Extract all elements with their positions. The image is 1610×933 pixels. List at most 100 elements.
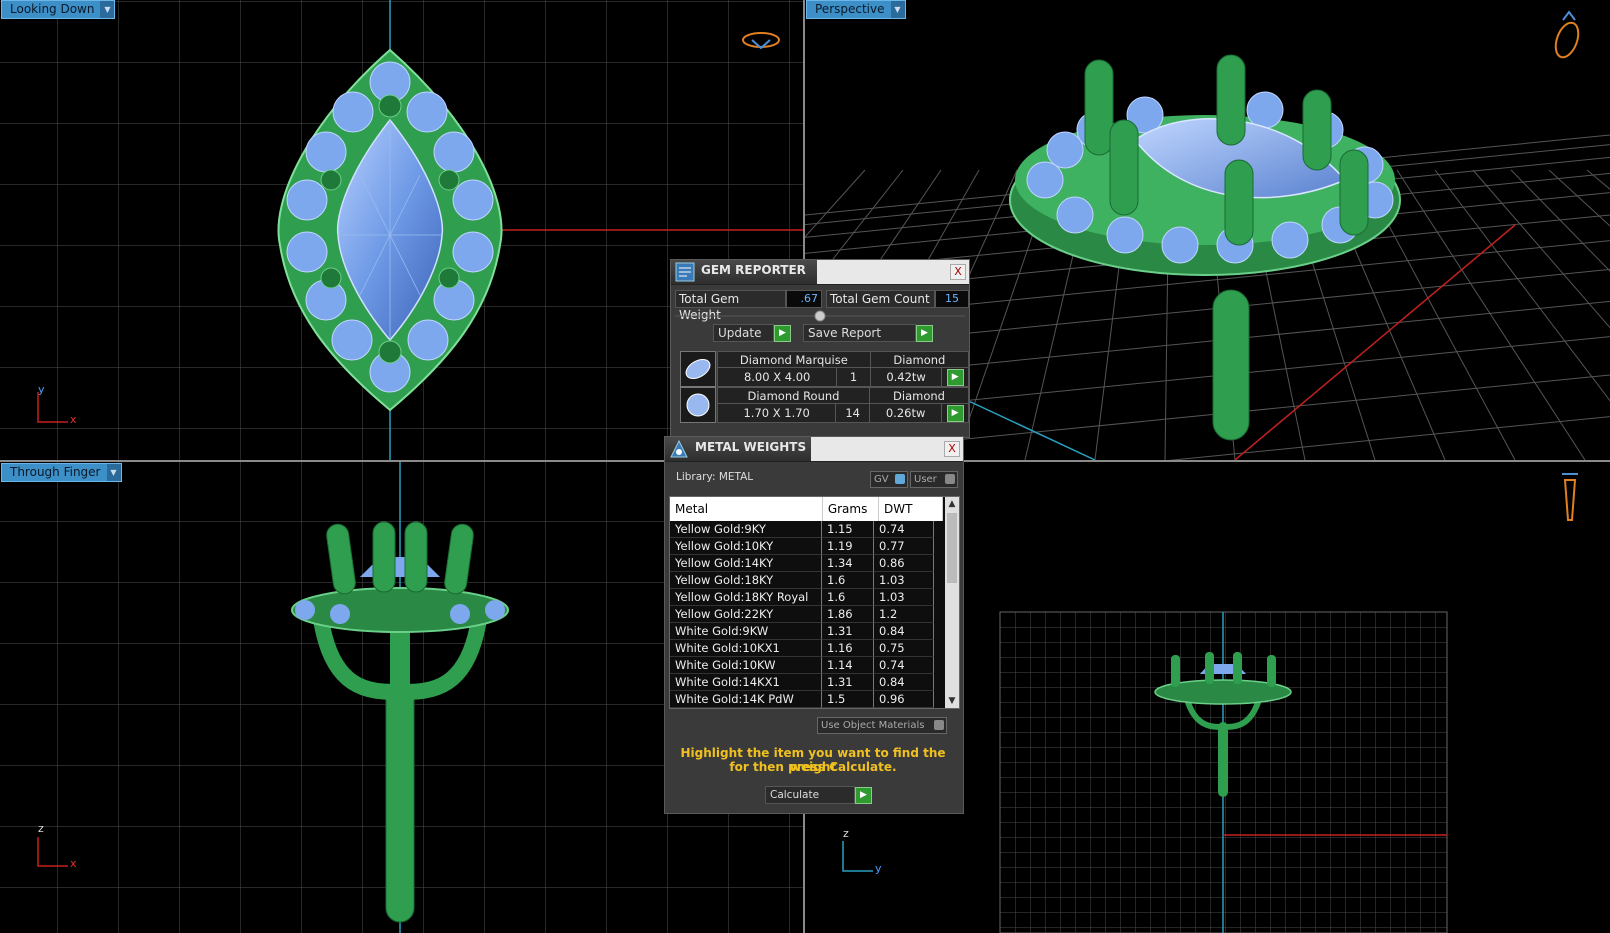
titlebar-tab xyxy=(811,437,963,461)
grams-cell: 1.19 xyxy=(822,538,874,555)
panel-splitter[interactable] xyxy=(675,310,965,322)
use-object-materials-label: Use Object Materials xyxy=(821,720,925,731)
close-icon[interactable]: X xyxy=(950,264,966,280)
metal-name-cell: Yellow Gold:22KY xyxy=(670,606,822,623)
metal-table: Metal Grams DWT Yellow Gold:9KY 1.15 0.74 Y… xyxy=(669,496,960,709)
table-row[interactable]: Yellow Gold:14KY 1.34 0.86 xyxy=(670,555,943,572)
gem-material: Diamond xyxy=(868,387,970,404)
close-icon[interactable]: X xyxy=(944,441,960,457)
update-label: Update xyxy=(713,324,774,342)
gem-reporter-titlebar[interactable]: GEM REPORTER X xyxy=(671,260,969,285)
user-toggle[interactable]: User xyxy=(910,471,958,488)
table-row[interactable]: White Gold:10KW 1.14 0.74 xyxy=(670,657,943,674)
play-icon[interactable]: ▶ xyxy=(946,369,964,386)
gem-weight: 0.26tw xyxy=(868,403,943,423)
play-icon[interactable]: ▶ xyxy=(774,324,791,342)
play-icon[interactable]: ▶ xyxy=(916,324,933,342)
library-label: Library: METAL xyxy=(676,471,754,483)
gem-reporter-icon xyxy=(675,262,695,282)
gem-weight: 0.42tw xyxy=(869,367,943,387)
gem-row[interactable]: Diamond Marquise Diamond xyxy=(717,351,970,368)
metal-weights-titlebar[interactable]: METAL WEIGHTS X xyxy=(665,437,963,462)
table-row[interactable]: Yellow Gold:22KY 1.86 1.2 xyxy=(670,606,943,623)
column-dwt[interactable]: DWT xyxy=(879,497,943,521)
user-label: User xyxy=(914,474,937,485)
calculate-button[interactable]: Calculate ▶ xyxy=(765,786,872,804)
table-row[interactable]: Yellow Gold:10KY 1.19 0.77 xyxy=(670,538,943,555)
titlebar-tab xyxy=(817,260,969,284)
gem-row[interactable]: 8.00 X 4.00 1 0.42tw ▶ xyxy=(716,367,969,387)
table-row[interactable]: Yellow Gold:18KY 1.6 1.03 xyxy=(670,572,943,589)
viewport-label-looking-down[interactable]: Looking Down ▼ xyxy=(1,0,116,19)
table-row[interactable]: White Gold:10KX1 1.16 0.75 xyxy=(670,640,943,657)
viewport-label-perspective[interactable]: Perspective ▼ xyxy=(806,0,906,19)
table-row[interactable]: White Gold:14KX1 1.31 0.84 xyxy=(670,674,943,691)
gem-reporter-title: GEM REPORTER xyxy=(701,263,806,277)
dwt-cell: 0.74 xyxy=(874,521,934,538)
gem-row[interactable]: 1.70 X 1.70 14 0.26tw ▶ xyxy=(716,403,969,423)
gem-table: Diamond Marquise Diamond 8.00 X 4.00 1 0… xyxy=(716,351,970,387)
gem-size: 1.70 X 1.70 xyxy=(716,403,837,423)
gem-material: Diamond xyxy=(869,351,970,368)
gem-reporter-panel: GEM REPORTER X Total Gem Weight .67 Tota… xyxy=(670,259,970,438)
scroll-thumb[interactable] xyxy=(947,513,957,583)
total-gem-count-value: 15 xyxy=(935,290,969,308)
use-object-materials-toggle[interactable]: Use Object Materials xyxy=(817,717,947,734)
metal-weights-panel: METAL WEIGHTS X Library: METAL GV User M… xyxy=(664,436,964,814)
metal-name-cell: Yellow Gold:10KY xyxy=(670,538,822,555)
dwt-cell: 1.2 xyxy=(874,606,934,623)
gv-toggle[interactable]: GV xyxy=(870,471,908,488)
play-icon[interactable]: ▶ xyxy=(855,786,872,804)
gem-row[interactable]: Diamond Round Diamond xyxy=(717,387,970,404)
axis-z-label: z xyxy=(843,827,849,840)
dwt-cell: 0.96 xyxy=(874,691,934,708)
viewport-label-text: Through Finger xyxy=(10,465,101,479)
play-icon[interactable]: ▶ xyxy=(946,405,964,422)
column-grams[interactable]: Grams xyxy=(823,497,880,521)
marquise-gem-icon xyxy=(680,351,716,387)
toggle-knob-icon xyxy=(895,474,905,484)
gem-table-round: Diamond Round Diamond 1.70 X 1.70 14 0.2… xyxy=(716,387,970,423)
save-report-button[interactable]: Save Report ▶ xyxy=(803,324,933,342)
viewport-dropdown-icon[interactable]: ▼ xyxy=(106,464,121,481)
viewport-label-text: Looking Down xyxy=(10,2,95,16)
grams-cell: 1.15 xyxy=(822,521,874,538)
metal-table-scrollbar[interactable]: ▲ ▼ xyxy=(945,497,959,708)
grams-cell: 1.6 xyxy=(822,572,874,589)
viewport-dropdown-icon[interactable]: ▼ xyxy=(890,1,905,18)
grams-cell: 1.86 xyxy=(822,606,874,623)
toggle-knob-icon xyxy=(934,720,944,730)
column-metal[interactable]: Metal xyxy=(670,497,823,521)
gem-count: 1 xyxy=(836,367,871,387)
grams-cell: 1.31 xyxy=(822,623,874,640)
metal-name-cell: Yellow Gold:18KY Royal xyxy=(670,589,822,606)
axis-z-label: z xyxy=(38,822,44,835)
metal-name-cell: Yellow Gold:18KY xyxy=(670,572,822,589)
table-row[interactable]: White Gold:9KW 1.31 0.84 xyxy=(670,623,943,640)
save-report-label: Save Report xyxy=(803,324,916,342)
metal-name-cell: White Gold:14K PdW xyxy=(670,691,822,708)
grams-cell: 1.31 xyxy=(822,674,874,691)
axis-y-label: y xyxy=(875,862,882,875)
metal-name-cell: Yellow Gold:9KY xyxy=(670,521,822,538)
update-button[interactable]: Update ▶ xyxy=(713,324,791,342)
table-row[interactable]: Yellow Gold:9KY 1.15 0.74 xyxy=(670,521,943,538)
grams-cell: 1.6 xyxy=(822,589,874,606)
table-row[interactable]: Yellow Gold:18KY Royal 1.6 1.03 xyxy=(670,589,943,606)
dwt-cell: 0.84 xyxy=(874,623,934,640)
gv-label: GV xyxy=(874,474,889,485)
table-row[interactable]: White Gold:14K PdW 1.5 0.96 xyxy=(670,691,943,708)
total-gem-count-label: Total Gem Count xyxy=(826,290,935,308)
viewport-dropdown-icon[interactable]: ▼ xyxy=(100,1,115,18)
grams-cell: 1.16 xyxy=(822,640,874,657)
gem-totals-row: Total Gem Weight .67 Total Gem Count 15 xyxy=(675,290,969,322)
axis-y-label: y xyxy=(38,383,45,396)
scroll-up-icon[interactable]: ▲ xyxy=(945,497,959,511)
viewport-label-through-finger[interactable]: Through Finger ▼ xyxy=(1,463,122,482)
grams-cell: 1.14 xyxy=(822,657,874,674)
scroll-down-icon[interactable]: ▼ xyxy=(945,694,959,708)
total-gem-weight-value: .67 xyxy=(786,290,822,308)
dwt-cell: 0.86 xyxy=(874,555,934,572)
ring-orientation-perspective-icon xyxy=(1554,10,1580,59)
dwt-cell: 0.74 xyxy=(874,657,934,674)
